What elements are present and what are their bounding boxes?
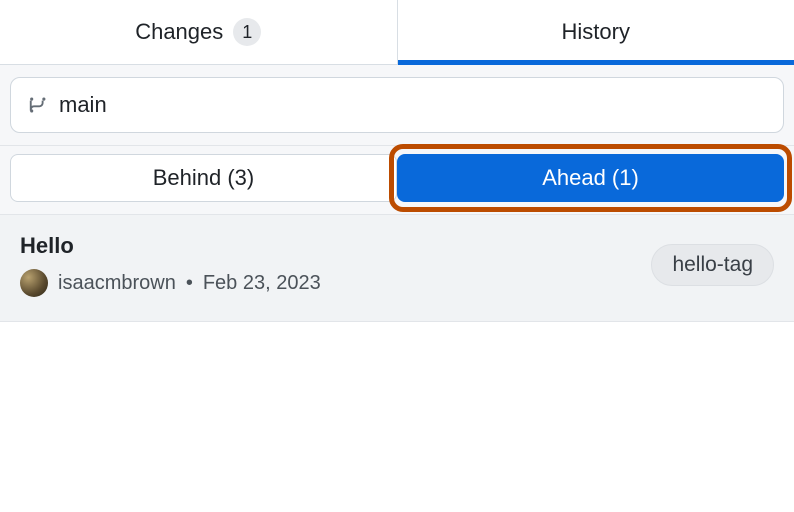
- avatar: [20, 269, 48, 297]
- tab-bar: Changes 1 History: [0, 0, 794, 65]
- tab-history[interactable]: History: [398, 0, 794, 64]
- commit-date: Feb 23, 2023: [203, 272, 321, 295]
- branch-filter-row: main: [0, 65, 794, 146]
- commit-meta: isaacmbrown • Feb 23, 2023: [20, 269, 321, 297]
- ahead-button[interactable]: Ahead (1): [397, 154, 784, 202]
- changes-count-badge: 1: [233, 18, 261, 46]
- branch-selector[interactable]: main: [10, 77, 784, 133]
- commit-list-item[interactable]: Hello isaacmbrown • Feb 23, 2023 hello-t…: [0, 215, 794, 322]
- commit-author: isaacmbrown: [58, 272, 176, 295]
- compare-segmented-row: Behind (3) Ahead (1): [0, 146, 794, 215]
- tab-changes[interactable]: Changes 1: [0, 0, 398, 64]
- commit-tag[interactable]: hello-tag: [651, 244, 774, 286]
- commit-info: Hello isaacmbrown • Feb 23, 2023: [20, 233, 321, 297]
- tab-changes-label: Changes: [135, 19, 223, 45]
- git-branch-icon: [27, 94, 47, 116]
- commit-title: Hello: [20, 233, 321, 259]
- tab-history-label: History: [562, 19, 630, 45]
- meta-separator: •: [186, 272, 193, 295]
- branch-name: main: [59, 92, 107, 118]
- compare-segmented: Behind (3) Ahead (1): [10, 154, 784, 202]
- behind-button[interactable]: Behind (3): [10, 154, 397, 202]
